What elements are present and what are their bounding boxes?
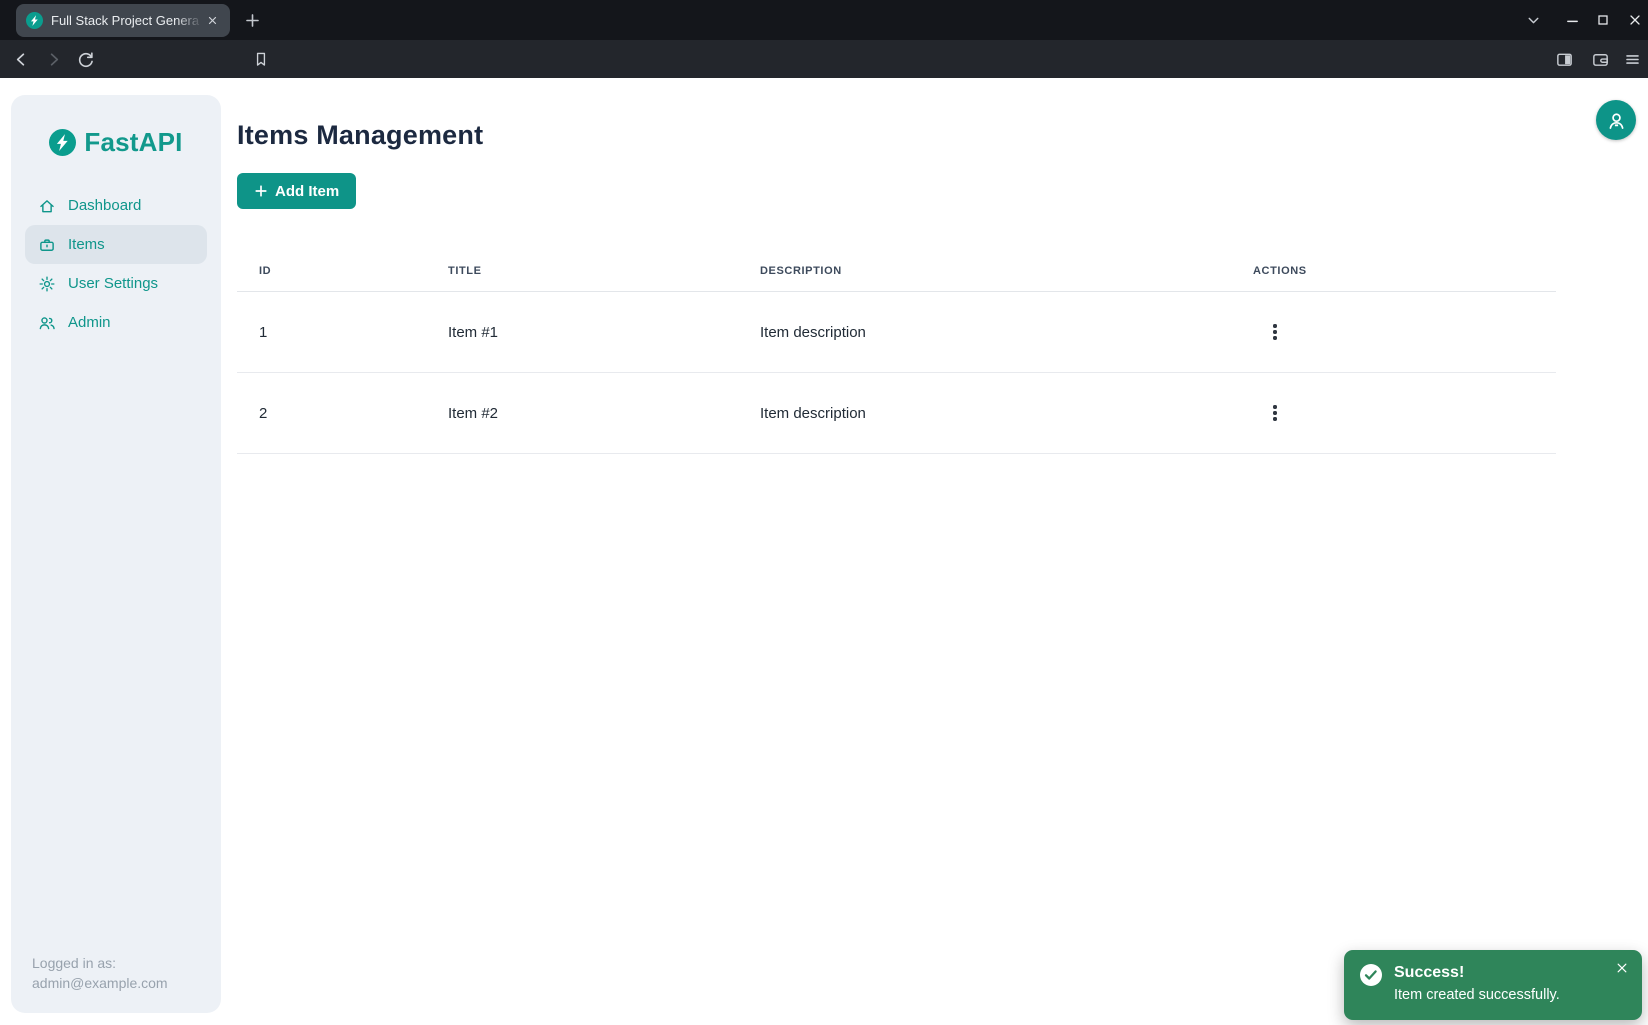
column-header-description: DESCRIPTION: [760, 255, 1253, 292]
sidebar-item-items[interactable]: Items: [25, 225, 207, 264]
page-title: Items Management: [237, 120, 1556, 151]
minimize-button[interactable]: [1561, 9, 1583, 31]
maximize-button[interactable]: [1592, 9, 1614, 31]
check-circle-icon: [1359, 963, 1383, 987]
user-icon: [1605, 109, 1628, 132]
add-item-label: Add Item: [275, 183, 339, 200]
brand-name: FastAPI: [84, 127, 182, 158]
cell-description: Item description: [760, 373, 1253, 454]
close-window-button[interactable]: [1624, 9, 1646, 31]
main-area: Items Management Add Item ID TITLE DESCR…: [237, 78, 1556, 454]
home-icon: [38, 197, 56, 215]
forward-button[interactable]: [38, 44, 68, 74]
back-button[interactable]: [6, 44, 36, 74]
column-header-id: ID: [237, 255, 448, 292]
fastapi-logo-icon: [49, 129, 76, 156]
new-tab-button[interactable]: [242, 10, 263, 31]
add-item-button[interactable]: Add Item: [237, 173, 356, 209]
sidebar-item-admin[interactable]: Admin: [25, 303, 207, 342]
sidebar: FastAPI Dashboard Items: [11, 95, 221, 1013]
table-header-row: ID TITLE DESCRIPTION ACTIONS: [237, 255, 1556, 292]
tab-title: Full Stack Project Genera: [51, 13, 203, 28]
page-content: FastAPI Dashboard Items: [0, 78, 1648, 1025]
cell-id: 2: [237, 373, 448, 454]
briefcase-icon: [38, 236, 56, 254]
user-avatar-button[interactable]: [1596, 100, 1636, 140]
users-icon: [38, 314, 56, 332]
logged-in-label: Logged in as:: [32, 953, 168, 973]
success-toast: Success! Item created successfully.: [1344, 950, 1642, 1020]
bookmark-icon[interactable]: [246, 44, 276, 74]
sidebar-item-label: Dashboard: [68, 197, 141, 214]
table-row: 2 Item #2 Item description: [237, 373, 1556, 454]
logged-in-info: Logged in as: admin@example.com: [32, 953, 168, 993]
sidebar-item-dashboard[interactable]: Dashboard: [25, 186, 207, 225]
gear-icon: [38, 275, 56, 293]
plus-icon: [254, 184, 268, 198]
sidebar-item-label: User Settings: [68, 275, 158, 292]
sidebar-item-user-settings[interactable]: User Settings: [25, 264, 207, 303]
browser-window: Full Stack Project Genera: [0, 0, 1648, 1025]
toast-title: Success!: [1394, 964, 1560, 982]
wallet-icon[interactable]: [1585, 44, 1615, 74]
column-header-title: TITLE: [448, 255, 760, 292]
sidebar-toggle-icon[interactable]: [1549, 44, 1579, 74]
sidebar-item-label: Admin: [68, 314, 111, 331]
menu-icon[interactable]: [1617, 44, 1647, 74]
sidebar-nav: Dashboard Items User Settings: [11, 186, 221, 342]
row-actions-menu-button[interactable]: [1261, 318, 1289, 346]
cell-description: Item description: [760, 292, 1253, 373]
row-actions-menu-button[interactable]: [1261, 399, 1289, 427]
logged-in-email: admin@example.com: [32, 973, 168, 993]
column-header-actions: ACTIONS: [1253, 255, 1556, 292]
brand: FastAPI: [11, 95, 221, 158]
browser-tab[interactable]: Full Stack Project Genera: [16, 4, 230, 37]
items-table: ID TITLE DESCRIPTION ACTIONS 1 Item #1 I…: [237, 255, 1556, 454]
tab-bar: Full Stack Project Genera: [0, 0, 1648, 40]
reload-button[interactable]: [70, 44, 100, 74]
sidebar-item-label: Items: [68, 236, 105, 253]
tab-search-chevron-icon[interactable]: [1522, 9, 1544, 31]
tab-close-icon[interactable]: [203, 12, 221, 30]
cell-id: 1: [237, 292, 448, 373]
browser-toolbar: localhost/items: [0, 40, 1648, 78]
cell-title: Item #2: [448, 373, 760, 454]
cell-title: Item #1: [448, 292, 760, 373]
fastapi-favicon-icon: [26, 12, 43, 29]
toast-message: Item created successfully.: [1394, 987, 1560, 1003]
toast-close-icon[interactable]: [1613, 959, 1631, 977]
table-row: 1 Item #1 Item description: [237, 292, 1556, 373]
